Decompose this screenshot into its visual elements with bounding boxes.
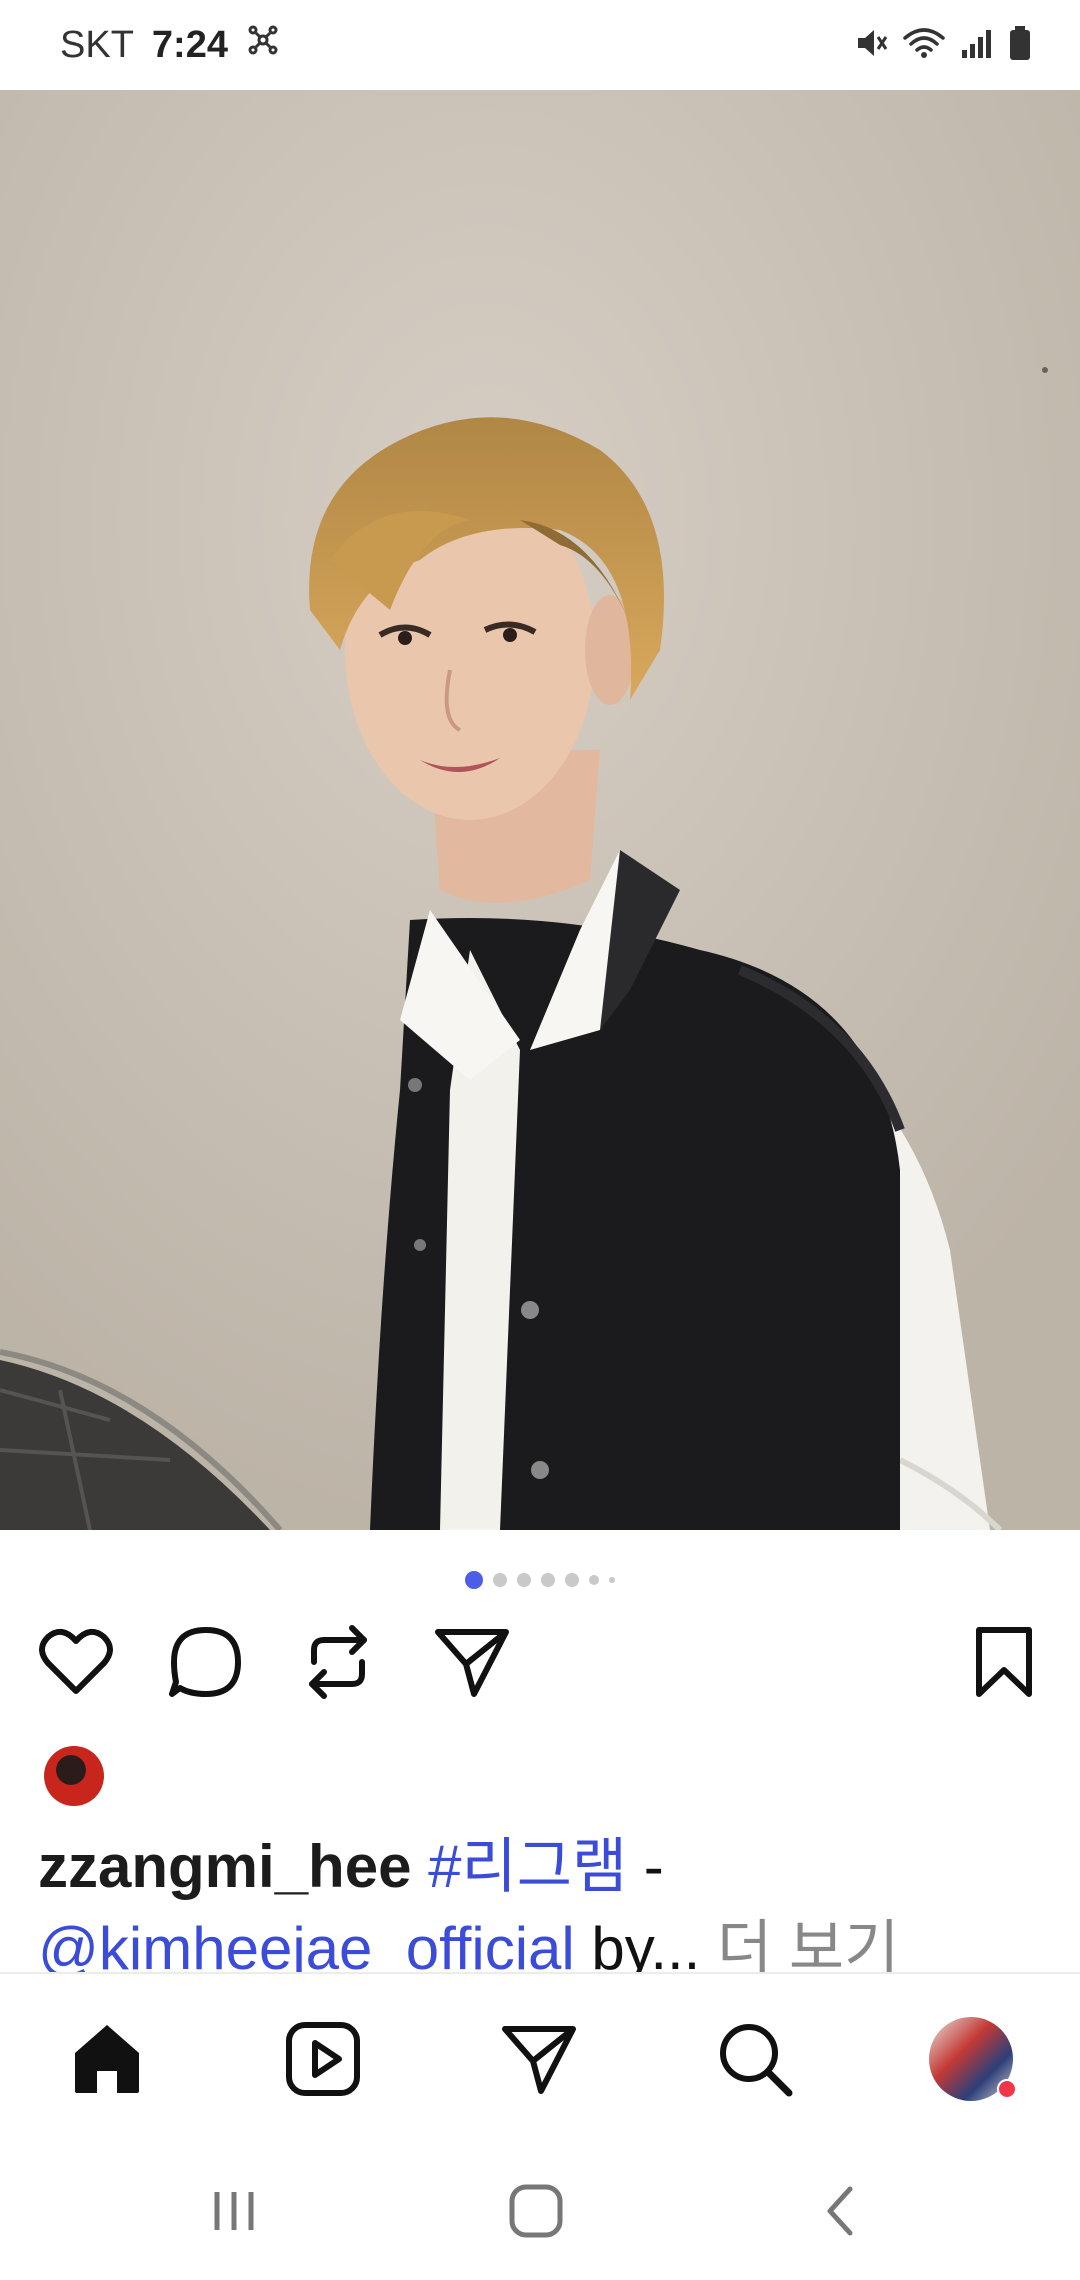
carousel-indicator (0, 1570, 1080, 1590)
post-actions (0, 1620, 1080, 1710)
repost-icon[interactable] (296, 1620, 380, 1704)
home-button-icon[interactable] (496, 2176, 576, 2246)
caption-hashtag[interactable]: #리그램 (428, 1833, 627, 1900)
reels-icon[interactable] (278, 2014, 368, 2104)
carousel-dot (565, 1573, 579, 1587)
caption-username[interactable]: zzangmi_hee (38, 1833, 411, 1900)
bottom-navigation (0, 1972, 1080, 2132)
carousel-dot (517, 1573, 531, 1587)
caption-mention[interactable]: @kimheejae_official (38, 1915, 575, 1976)
caption-line-1: zzangmi_hee #리그램 - (38, 1826, 1048, 1908)
heart-icon[interactable] (34, 1620, 118, 1704)
post-image[interactable] (0, 90, 1080, 1530)
system-navigation-bar (0, 2132, 1080, 2280)
notification-dot (997, 2079, 1017, 2099)
caption-line-2: @kimheejae_official by... 더 보기 (38, 1908, 1048, 1976)
send-icon[interactable] (430, 1620, 514, 1704)
status-left: SKT 7:24 (60, 23, 280, 67)
search-icon[interactable] (710, 2014, 800, 2104)
back-icon[interactable] (800, 2176, 880, 2246)
recent-apps-icon[interactable] (194, 2176, 274, 2246)
hotspot-icon (246, 23, 280, 67)
profile-tab[interactable] (926, 2014, 1017, 2104)
carousel-dot (541, 1573, 555, 1587)
avatar (929, 2017, 1017, 2101)
clock: 7:24 (151, 23, 228, 66)
carousel-dot (493, 1573, 507, 1587)
caption-separator: - (643, 1833, 664, 1900)
carrier-label: SKT (60, 23, 134, 66)
carousel-dot-active (465, 1571, 483, 1589)
wifi-icon (902, 26, 946, 65)
home-icon[interactable] (62, 2014, 152, 2104)
carousel-dot (589, 1575, 599, 1585)
battery-icon (1008, 25, 1032, 66)
mute-icon (854, 26, 888, 65)
status-right (854, 25, 1032, 66)
avatar[interactable] (44, 1746, 104, 1806)
bookmark-icon[interactable] (962, 1620, 1046, 1704)
carousel-dot (609, 1577, 615, 1583)
send-icon[interactable] (494, 2014, 584, 2104)
caption-more-link[interactable]: 더 보기 (717, 1915, 899, 1976)
status-bar: SKT 7:24 (0, 0, 1080, 90)
signal-icon (960, 26, 994, 65)
caption-trailing: by... (591, 1915, 701, 1976)
comment-icon[interactable] (164, 1620, 248, 1704)
post-caption: zzangmi_hee #리그램 - @kimheejae_official b… (38, 1826, 1048, 1976)
